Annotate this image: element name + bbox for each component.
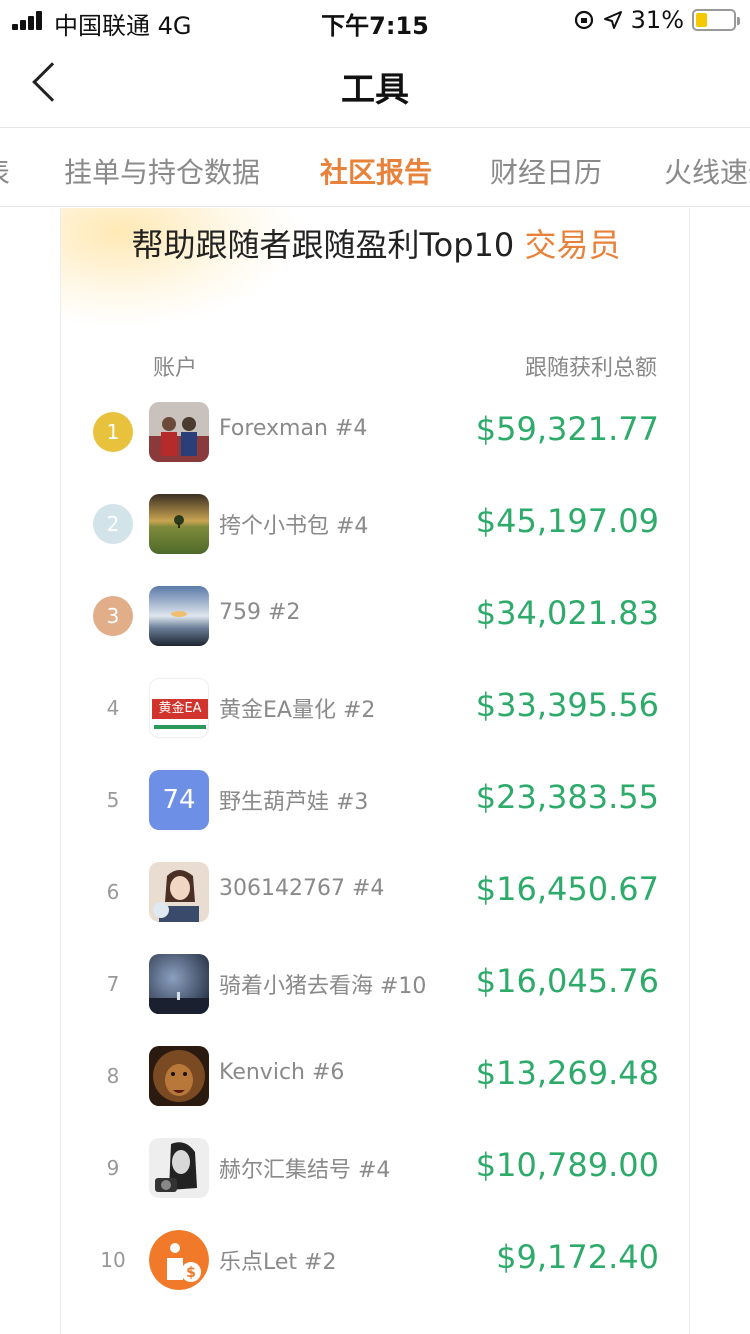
rank-number: 4 — [106, 696, 120, 720]
list-item[interactable]: 8 Kenvich #6 $13,269.48 — [61, 1036, 689, 1128]
tab-economic-calendar[interactable]: 财经日历 — [490, 151, 602, 191]
account-name: 赫尔汇集结号 #4 — [219, 1158, 391, 1183]
report-title-main: 帮助跟随者跟随盈利Top10 — [131, 226, 525, 264]
rank-badge: 1 — [93, 412, 133, 452]
rank-number: 5 — [106, 788, 120, 812]
profit-amount: $16,450.67 — [475, 870, 659, 908]
tab-flash-news[interactable]: 火线速递 — [664, 151, 750, 191]
list-item[interactable]: 2 挎个小书包 #4 $45,197.09 — [61, 484, 689, 576]
rank-badge: 2 — [93, 504, 133, 544]
list-item[interactable]: 6 306142767 #4 $16,450.67 — [61, 852, 689, 944]
rank-number: 7 — [106, 972, 120, 996]
column-header-profit: 跟随获利总额 — [524, 356, 657, 381]
report-card: 帮助跟随者跟随盈利Top10 交易员 账户 跟随获利总额 1 Forexman … — [60, 208, 690, 1334]
account-name: 野生葫芦娃 #3 — [219, 790, 369, 815]
avatar-text: 黄金EA — [152, 699, 208, 719]
account-name: 骑着小猪去看海 #10 — [219, 974, 427, 999]
battery-level — [696, 13, 708, 27]
tab-community-report[interactable]: 社区报告 — [320, 151, 432, 191]
list-item[interactable]: 7 骑着小猪去看海 #10 $16,045.76 — [61, 944, 689, 1036]
list-item[interactable]: 4 黄金EA 黄金EA量化 #2 $33,395.56 — [61, 668, 689, 760]
ranking-list: 1 Forexman #4 $59,321.77 2 挎个小书包 #4 $45,… — [61, 392, 689, 1312]
account-name: 306142767 #4 — [219, 876, 385, 901]
profit-amount: $59,321.77 — [475, 410, 659, 448]
report-title-highlight: 交易员 — [524, 226, 621, 264]
rank-number: 10 — [100, 1248, 126, 1272]
avatar — [149, 402, 209, 462]
list-item[interactable]: 1 Forexman #4 $59,321.77 — [61, 392, 689, 484]
avatar: $ — [149, 1230, 209, 1290]
rank-number: 9 — [106, 1156, 120, 1180]
profit-amount: $9,172.40 — [496, 1238, 659, 1276]
tab-bar: 表 挂单与持仓数据 社区报告 财经日历 火线速递 — [0, 129, 750, 207]
avatar — [149, 586, 209, 646]
list-item[interactable]: 3 759 #2 $34,021.83 — [61, 576, 689, 668]
battery-percent: 31% — [630, 6, 684, 34]
account-name: Forexman #4 — [219, 416, 368, 441]
rank-number: 6 — [106, 880, 120, 904]
profit-amount: $13,269.48 — [475, 1054, 659, 1092]
list-item[interactable]: 10 $ 乐点Let #2 $9,172.40 — [61, 1220, 689, 1312]
avatar: 74 — [149, 770, 209, 830]
nav-bar: 工具 — [0, 40, 750, 128]
account-name: 黄金EA量化 #2 — [219, 698, 376, 723]
avatar — [149, 954, 209, 1014]
account-name: Kenvich #6 — [219, 1060, 345, 1085]
account-name: 挎个小书包 #4 — [219, 514, 369, 539]
avatar — [149, 1138, 209, 1198]
tab-orders-positions[interactable]: 挂单与持仓数据 — [64, 151, 260, 191]
column-header-account: 账户 — [153, 356, 198, 381]
avatar — [149, 1046, 209, 1106]
rank-number: 8 — [106, 1064, 120, 1088]
tab-partial-left[interactable]: 表 — [0, 151, 10, 191]
rank-badge: 3 — [93, 596, 133, 636]
profit-amount: $23,383.55 — [475, 778, 659, 816]
account-name: 乐点Let #2 — [219, 1250, 337, 1275]
avatar — [149, 494, 209, 554]
rotation-lock-icon — [574, 10, 593, 30]
avatar: 黄金EA — [149, 678, 209, 738]
report-title: 帮助跟随者跟随盈利Top10 交易员 — [61, 220, 689, 266]
list-item[interactable]: 9 赫尔汇集结号 #4 $10,789.00 — [61, 1128, 689, 1220]
svg-text:$: $ — [186, 1265, 196, 1281]
profit-amount: $34,021.83 — [475, 594, 659, 632]
account-name: 759 #2 — [219, 600, 301, 625]
profit-amount: $16,045.76 — [475, 962, 659, 1000]
avatar — [149, 862, 209, 922]
profit-amount: $45,197.09 — [475, 502, 659, 540]
status-bar: 中国联通 4G 下午7:15 31% — [0, 0, 750, 40]
page-title: 工具 — [341, 70, 409, 110]
status-right: 31% — [573, 6, 740, 34]
profit-amount: $33,395.56 — [475, 686, 659, 724]
battery-icon — [692, 9, 740, 31]
list-item[interactable]: 5 74 野生葫芦娃 #3 $23,383.55 — [61, 760, 689, 852]
location-icon — [603, 11, 622, 29]
profit-amount: $10,789.00 — [475, 1146, 659, 1184]
